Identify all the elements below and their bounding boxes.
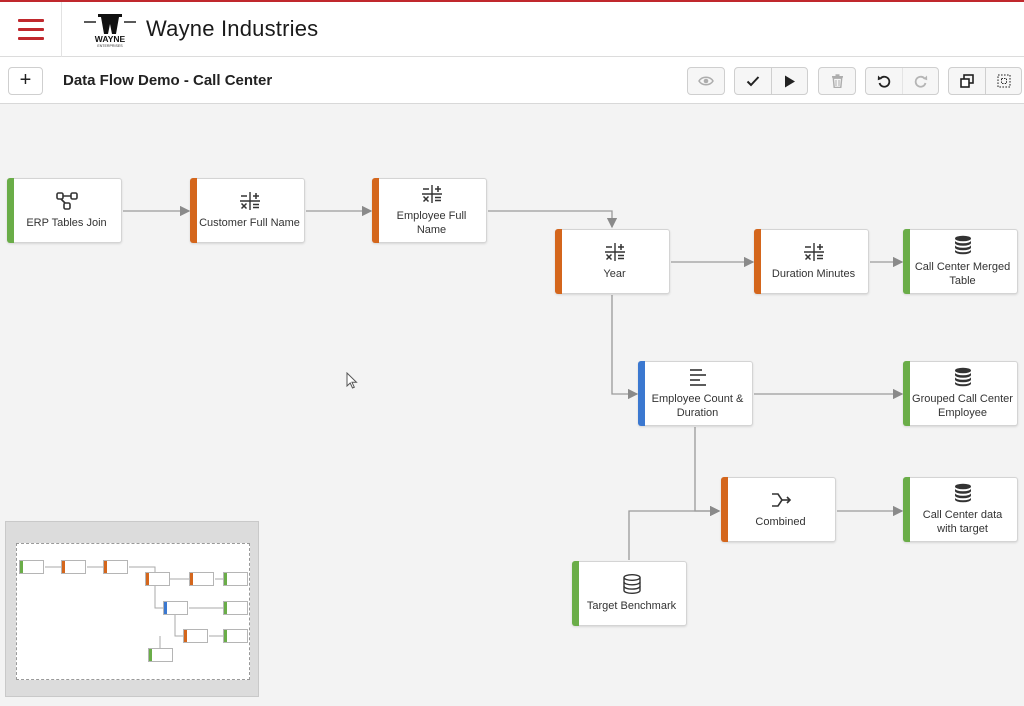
edge-employee-year (488, 210, 618, 229)
mini-node (189, 572, 214, 586)
node-grouped-call-center-employee[interactable]: Grouped Call Center Employee (903, 361, 1018, 426)
minimap-viewport[interactable] (16, 543, 250, 680)
formula-icon (421, 185, 442, 203)
node-label: Year (603, 268, 626, 280)
app-header: WAYNE ENTERPRISES Wayne Industries (0, 0, 1024, 57)
grid-toggle-button[interactable] (985, 68, 1021, 94)
node-combined[interactable]: Combined (721, 477, 836, 542)
trash-icon (831, 74, 843, 88)
edge-benchmark-combined (628, 505, 721, 560)
node-label: ERP Tables Join (26, 217, 107, 229)
preview-group (687, 67, 725, 95)
minimap-edges (45, 566, 223, 654)
node-duration-minutes[interactable]: Duration Minutes (754, 229, 869, 294)
company-name: Wayne Industries (146, 16, 319, 41)
database-outline-icon (622, 574, 641, 594)
wayne-logo: WAYNE ENTERPRISES (84, 14, 136, 48)
node-employee-count-duration[interactable]: Employee Count & Duration (638, 361, 753, 426)
merge-icon (771, 493, 791, 507)
formula-icon (239, 192, 260, 210)
mini-node (223, 572, 248, 586)
menu-hamburger-icon[interactable] (0, 2, 62, 57)
mini-node (61, 560, 86, 574)
mini-node (223, 629, 248, 643)
node-target-benchmark[interactable]: Target Benchmark (572, 561, 687, 626)
svg-text:WAYNE: WAYNE (95, 34, 126, 44)
database-icon (954, 235, 971, 255)
join-icon (55, 192, 78, 210)
node-label: Employee Full Name (396, 210, 467, 236)
formula-icon (604, 243, 625, 261)
windows-icon (960, 74, 974, 88)
delete-group (818, 67, 856, 95)
flow-title: Data Flow Demo - Call Center (63, 72, 273, 89)
node-label: Call Center data with target (922, 509, 1003, 535)
node-label: Duration Minutes (771, 268, 856, 280)
node-call-center-data-with-target[interactable]: Call Center data with target (903, 477, 1018, 542)
mini-node (103, 560, 128, 574)
mini-node (145, 572, 170, 586)
edge-year-count (611, 295, 639, 400)
mini-node (148, 648, 173, 662)
play-icon (784, 75, 795, 87)
window-toggle-button[interactable] (949, 68, 985, 94)
node-erp-tables-join[interactable]: ERP Tables Join (7, 178, 122, 243)
mini-node (223, 601, 248, 615)
minimap[interactable] (5, 521, 259, 697)
formula-icon (803, 243, 824, 261)
undo-icon (877, 75, 891, 88)
view-group (948, 67, 1022, 95)
mini-node (163, 601, 188, 615)
node-label: Customer Full Name (199, 217, 300, 229)
validate-button[interactable] (735, 68, 771, 94)
add-node-button[interactable]: + (8, 67, 43, 95)
validate-run-group (734, 67, 808, 95)
check-icon (746, 76, 760, 87)
undo-button[interactable] (866, 68, 902, 94)
node-year[interactable]: Year (555, 229, 670, 294)
node-label: Call Center Merged Table (914, 261, 1011, 287)
redo-icon (914, 75, 927, 88)
node-employee-full-name[interactable]: Employee Full Name (372, 178, 487, 243)
node-label: Combined (755, 516, 806, 528)
node-label: Target Benchmark (586, 600, 677, 612)
node-call-center-merged-table[interactable]: Call Center Merged Table (903, 229, 1018, 294)
node-label: Employee Count & Duration (651, 393, 744, 419)
database-icon (954, 367, 971, 387)
grid-icon (997, 74, 1010, 88)
mini-node (19, 560, 44, 574)
edge-count-combined (694, 427, 721, 517)
mouse-cursor-icon (346, 372, 358, 389)
delete-button[interactable] (819, 68, 855, 94)
mini-node (183, 629, 208, 643)
redo-button[interactable] (902, 68, 938, 94)
node-label: Grouped Call Center Employee (912, 393, 1013, 419)
preview-button[interactable] (688, 68, 724, 94)
run-button[interactable] (771, 68, 807, 94)
node-customer-full-name[interactable]: Customer Full Name (190, 178, 305, 243)
database-icon (954, 483, 971, 503)
toolbar: + Data Flow Demo - Call Center (0, 57, 1024, 104)
aggregate-icon (689, 369, 706, 386)
svg-text:ENTERPRISES: ENTERPRISES (97, 44, 123, 48)
eye-icon (698, 76, 714, 86)
history-group (865, 67, 939, 95)
flow-canvas[interactable]: ERP Tables Join Customer Full Name Emplo… (0, 104, 1024, 706)
